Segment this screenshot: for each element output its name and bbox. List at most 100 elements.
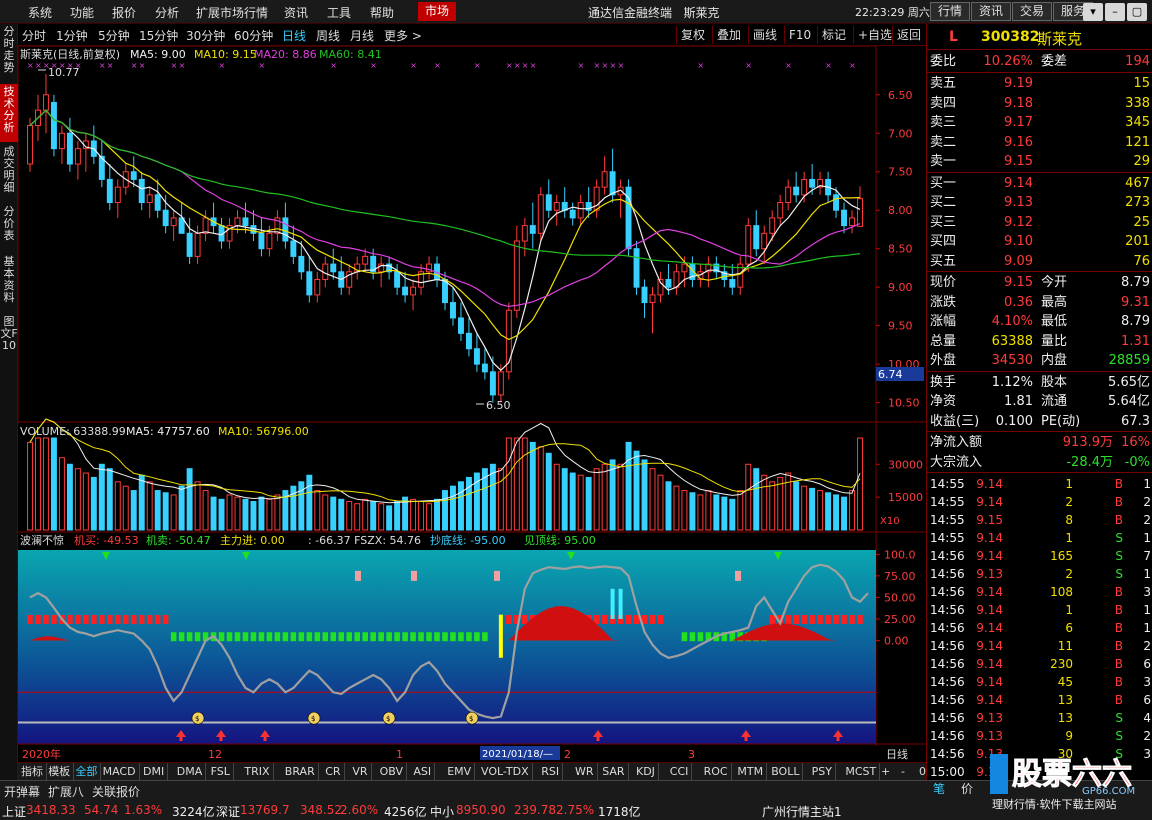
indicator-tab-cci[interactable]: CCI xyxy=(667,763,693,780)
add-favorite-button[interactable]: +自选 xyxy=(853,26,896,44)
draw-line-button[interactable]: 画线 xyxy=(748,26,781,44)
zoom-button[interactable]: + xyxy=(878,763,893,780)
stat-label: 最低 xyxy=(1041,314,1068,329)
tab-basic-info[interactable]: 基本资料 xyxy=(0,254,18,312)
back-button[interactable]: 返回 xyxy=(892,26,925,44)
stat-value: 28859 xyxy=(1108,353,1150,368)
extended-eight-button[interactable]: 扩展八 xyxy=(48,783,84,800)
tick-time: 14:56 xyxy=(930,585,965,599)
candle-body xyxy=(170,217,177,227)
f10-button[interactable]: F10 xyxy=(784,26,815,44)
time-label-2020: 2020年 xyxy=(22,747,61,761)
indicator-tab-mcst[interactable]: MCST xyxy=(842,763,881,780)
server-label[interactable]: 广州行情主站1 xyxy=(762,803,842,820)
volume-bar xyxy=(833,494,840,531)
indicator-tab-emv[interactable]: EMV xyxy=(444,763,476,780)
tab-intraday[interactable]: 分时走势 xyxy=(0,24,18,82)
period-30min[interactable]: 30分钟 xyxy=(186,27,225,44)
minimize-icon[interactable]: – xyxy=(1105,3,1125,21)
menu-item-help[interactable]: 帮助 xyxy=(370,4,394,21)
tab-price-table[interactable]: 分价表 xyxy=(0,204,18,252)
menu-item-tools[interactable]: 工具 xyxy=(327,4,351,21)
tick-volume: 165 xyxy=(1050,549,1073,563)
period-intraday[interactable]: 分时 xyxy=(22,27,46,44)
ask-volume: 338 xyxy=(1125,95,1150,111)
indicator-tab-dmi[interactable]: DMI xyxy=(140,763,169,780)
period-60min[interactable]: 60分钟 xyxy=(234,27,273,44)
chart-area[interactable]: 10.50 10.00 9.50 9.00 8.50 8.00 7.50 7.00 6.50 × ×… xyxy=(18,46,926,762)
trend-block xyxy=(506,614,512,624)
time-period-label: 日线 xyxy=(886,747,908,761)
period-1min[interactable]: 1分钟 xyxy=(56,27,88,44)
period-weekly[interactable]: 周线 xyxy=(316,27,340,44)
indicator-tab-mtm[interactable]: MTM xyxy=(734,763,768,780)
news-button[interactable]: 资讯 xyxy=(971,2,1011,21)
chart-svg[interactable]: 10.5010.009.509.008.508.007.507.006.50× ×… xyxy=(18,46,926,762)
restore-rights-button[interactable]: 复权 xyxy=(676,26,709,44)
indicator-tab-vol-tdx[interactable]: VOL-TDX xyxy=(478,763,533,780)
indicator-tab-cr[interactable]: CR xyxy=(322,763,345,780)
quote-header: L 300382 斯莱克 xyxy=(927,24,1152,50)
menu-item-news[interactable]: 资讯 xyxy=(284,4,308,21)
tick-time: 14:56 xyxy=(930,549,965,563)
indicator-tab-brar[interactable]: BRAR xyxy=(282,763,319,780)
price-axis-label: 7.50 xyxy=(888,166,913,179)
period-monthly[interactable]: 月线 xyxy=(350,27,374,44)
dropdown-icon[interactable]: ▾ xyxy=(1083,3,1103,21)
trade-button[interactable]: 交易 xyxy=(1012,2,1052,21)
period-more[interactable]: 更多 > xyxy=(384,27,422,44)
ask-volume: 29 xyxy=(1133,154,1150,169)
candle-body xyxy=(529,225,536,234)
indicator-tab-trix[interactable]: TRIX xyxy=(241,763,274,780)
related-quote-button[interactable]: 关联报价 xyxy=(92,783,140,800)
trend-block xyxy=(466,632,472,642)
indicator-tab-指标[interactable]: 指标 xyxy=(18,763,47,780)
candle-body xyxy=(162,209,169,227)
menu-item-system[interactable]: 系统 xyxy=(28,4,52,21)
overlay-button[interactable]: 叠加 xyxy=(712,26,745,44)
candle-body xyxy=(649,294,656,304)
mark-button[interactable]: 标记 xyxy=(817,26,850,44)
indicator-tab-obv[interactable]: OBV xyxy=(377,763,407,780)
indicator-tab-vr[interactable]: VR xyxy=(349,763,372,780)
menu-item-quote[interactable]: 报价 xyxy=(112,4,136,21)
menu-item-analysis[interactable]: 分析 xyxy=(155,4,179,21)
indicator-tab-dma[interactable]: DMA xyxy=(174,763,207,780)
indicator-tab-kdj[interactable]: KDJ xyxy=(633,763,659,780)
indicator-tab-fsl[interactable]: FSL xyxy=(208,763,234,780)
volume-bar xyxy=(465,476,472,531)
candle-body xyxy=(154,194,161,211)
indicator-tab-macd[interactable]: MACD xyxy=(100,763,140,780)
zoom-button[interactable]: - xyxy=(898,763,908,780)
period-15min[interactable]: 15分钟 xyxy=(139,27,178,44)
tick-direction: S xyxy=(1115,549,1123,563)
tab-technical-analysis[interactable]: 技术分析 xyxy=(0,84,18,142)
flow-label: 大宗流入 xyxy=(930,454,983,470)
indicator-tab-模板[interactable]: 模板 xyxy=(45,763,75,780)
indicator-tab-roc[interactable]: ROC xyxy=(701,763,732,780)
menu-item-function[interactable]: 功能 xyxy=(70,4,94,21)
indicator-tab-psy[interactable]: PSY xyxy=(809,763,836,780)
indicator-tab-boll[interactable]: BOLL xyxy=(768,763,804,780)
tab-f10[interactable]: 图文F10 xyxy=(0,314,18,372)
trend-block xyxy=(458,632,464,642)
indicator-tab-sar[interactable]: SAR xyxy=(599,763,629,780)
site-logo: 股票六六 GP66.COM 理财行情·软件下载主网站 xyxy=(990,754,1135,811)
maximize-icon[interactable]: ▢ xyxy=(1127,3,1147,21)
period-5min[interactable]: 5分钟 xyxy=(98,27,130,44)
indicator-tab-rsi[interactable]: RSI xyxy=(538,763,564,780)
candle-body xyxy=(394,271,401,288)
indicator-tab-asi[interactable]: ASI xyxy=(410,763,436,780)
tick-tab-jia[interactable]: 价 xyxy=(961,780,973,797)
quote-button[interactable]: 行情 xyxy=(930,2,970,21)
period-daily[interactable]: 日线 xyxy=(282,27,306,44)
tick-tab-bi[interactable]: 笔 xyxy=(933,780,945,797)
danmu-button[interactable]: 开弹幕 xyxy=(4,783,40,800)
menu-item-extended-market[interactable]: 扩展市场行情 xyxy=(196,4,268,21)
indicator-tab-wr[interactable]: WR xyxy=(572,763,598,780)
indicator-name: 波澜不惊 xyxy=(20,533,64,547)
indicator-tab-全部[interactable]: 全部 xyxy=(72,763,102,780)
tick-row: 14:56 9.14 13 B 6 xyxy=(927,691,1152,709)
market-tab[interactable]: 市场 xyxy=(418,2,456,21)
tab-trade-detail[interactable]: 成交明细 xyxy=(0,144,18,202)
